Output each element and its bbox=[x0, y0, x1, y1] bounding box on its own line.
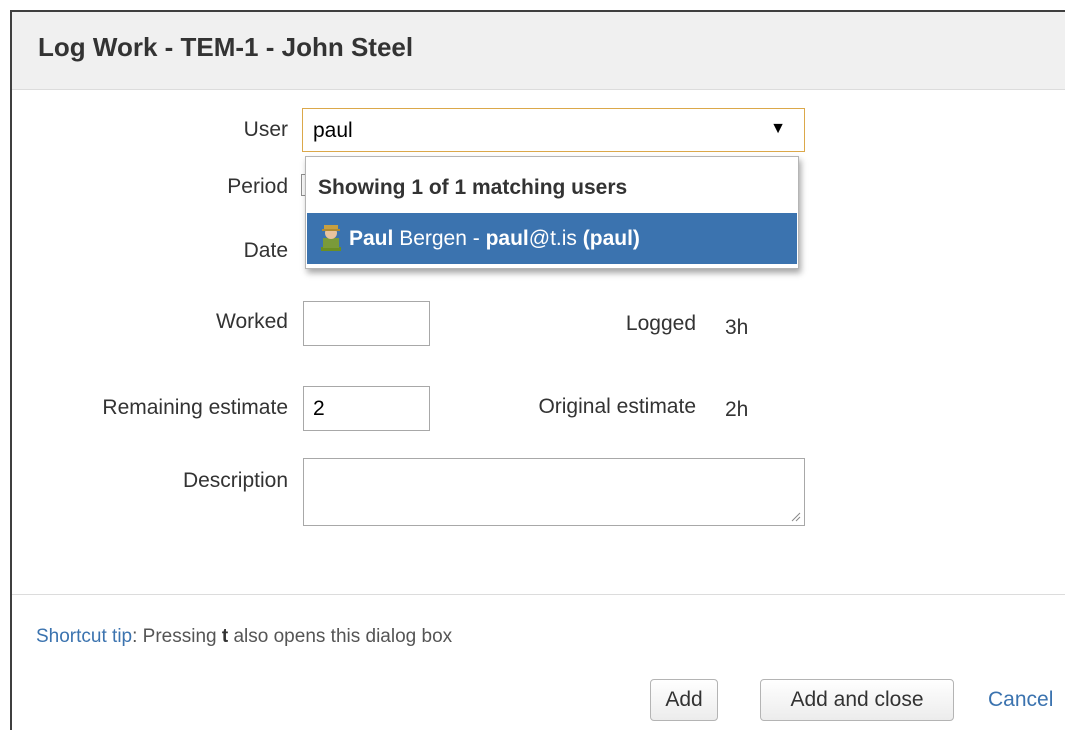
user-suggestions-dropdown: Showing 1 of 1 matching users Paul Berge… bbox=[305, 156, 799, 269]
add-and-close-button[interactable]: Add and close bbox=[760, 679, 954, 721]
shortcut-tip: Shortcut tip: Pressing t also opens this… bbox=[36, 626, 452, 648]
logged-label: Logged bbox=[625, 312, 696, 335]
shortcut-tip-suffix: also opens this dialog box bbox=[228, 626, 453, 647]
suggestion-item[interactable]: Paul Bergen - paul@t.is (paul) bbox=[307, 213, 797, 264]
dropdown-arrow-icon[interactable]: ▼ bbox=[770, 120, 786, 138]
dialog-header: Log Work - TEM-1 - John Steel bbox=[12, 12, 1065, 90]
suggestion-email-match: paul bbox=[485, 227, 529, 250]
suggestion-username: (paul) bbox=[582, 227, 640, 250]
shortcut-tip-link[interactable]: Shortcut tip bbox=[36, 626, 132, 647]
remaining-estimate-input[interactable] bbox=[303, 386, 430, 431]
suggestion-name-rest: Bergen - bbox=[393, 227, 486, 250]
add-button[interactable]: Add bbox=[650, 679, 718, 721]
user-picker[interactable]: paul ▼ bbox=[302, 108, 805, 152]
user-input-value[interactable]: paul bbox=[313, 119, 353, 143]
resize-grip-icon[interactable] bbox=[789, 510, 801, 522]
description-label: Description bbox=[182, 469, 288, 492]
user-label: User bbox=[243, 118, 288, 141]
worked-label: Worked bbox=[216, 310, 288, 333]
logged-value: 3h bbox=[725, 316, 749, 339]
remaining-estimate-label: Remaining estimate bbox=[102, 396, 288, 419]
dialog-title: Log Work - TEM-1 - John Steel bbox=[38, 32, 414, 62]
period-label: Period bbox=[227, 175, 288, 198]
date-label: Date bbox=[243, 239, 288, 262]
log-work-dialog: Log Work - TEM-1 - John Steel User paul … bbox=[10, 10, 1065, 730]
original-estimate-label: Original estimate bbox=[538, 395, 696, 418]
suggestions-heading: Showing 1 of 1 matching users bbox=[318, 176, 628, 199]
cancel-link[interactable]: Cancel bbox=[988, 688, 1053, 712]
original-estimate-value: 2h bbox=[725, 398, 749, 421]
suggestion-email-rest: @t.is bbox=[528, 227, 583, 250]
user-avatar-icon bbox=[321, 225, 341, 251]
suggestion-name-match: Paul bbox=[349, 227, 394, 250]
footer-divider bbox=[12, 594, 1065, 595]
worked-input[interactable] bbox=[303, 301, 430, 346]
suggestion-text[interactable]: Paul Bergen - paul@t.is (paul) bbox=[349, 227, 640, 251]
shortcut-tip-prefix: : Pressing bbox=[132, 626, 222, 647]
description-textarea[interactable] bbox=[303, 458, 805, 526]
